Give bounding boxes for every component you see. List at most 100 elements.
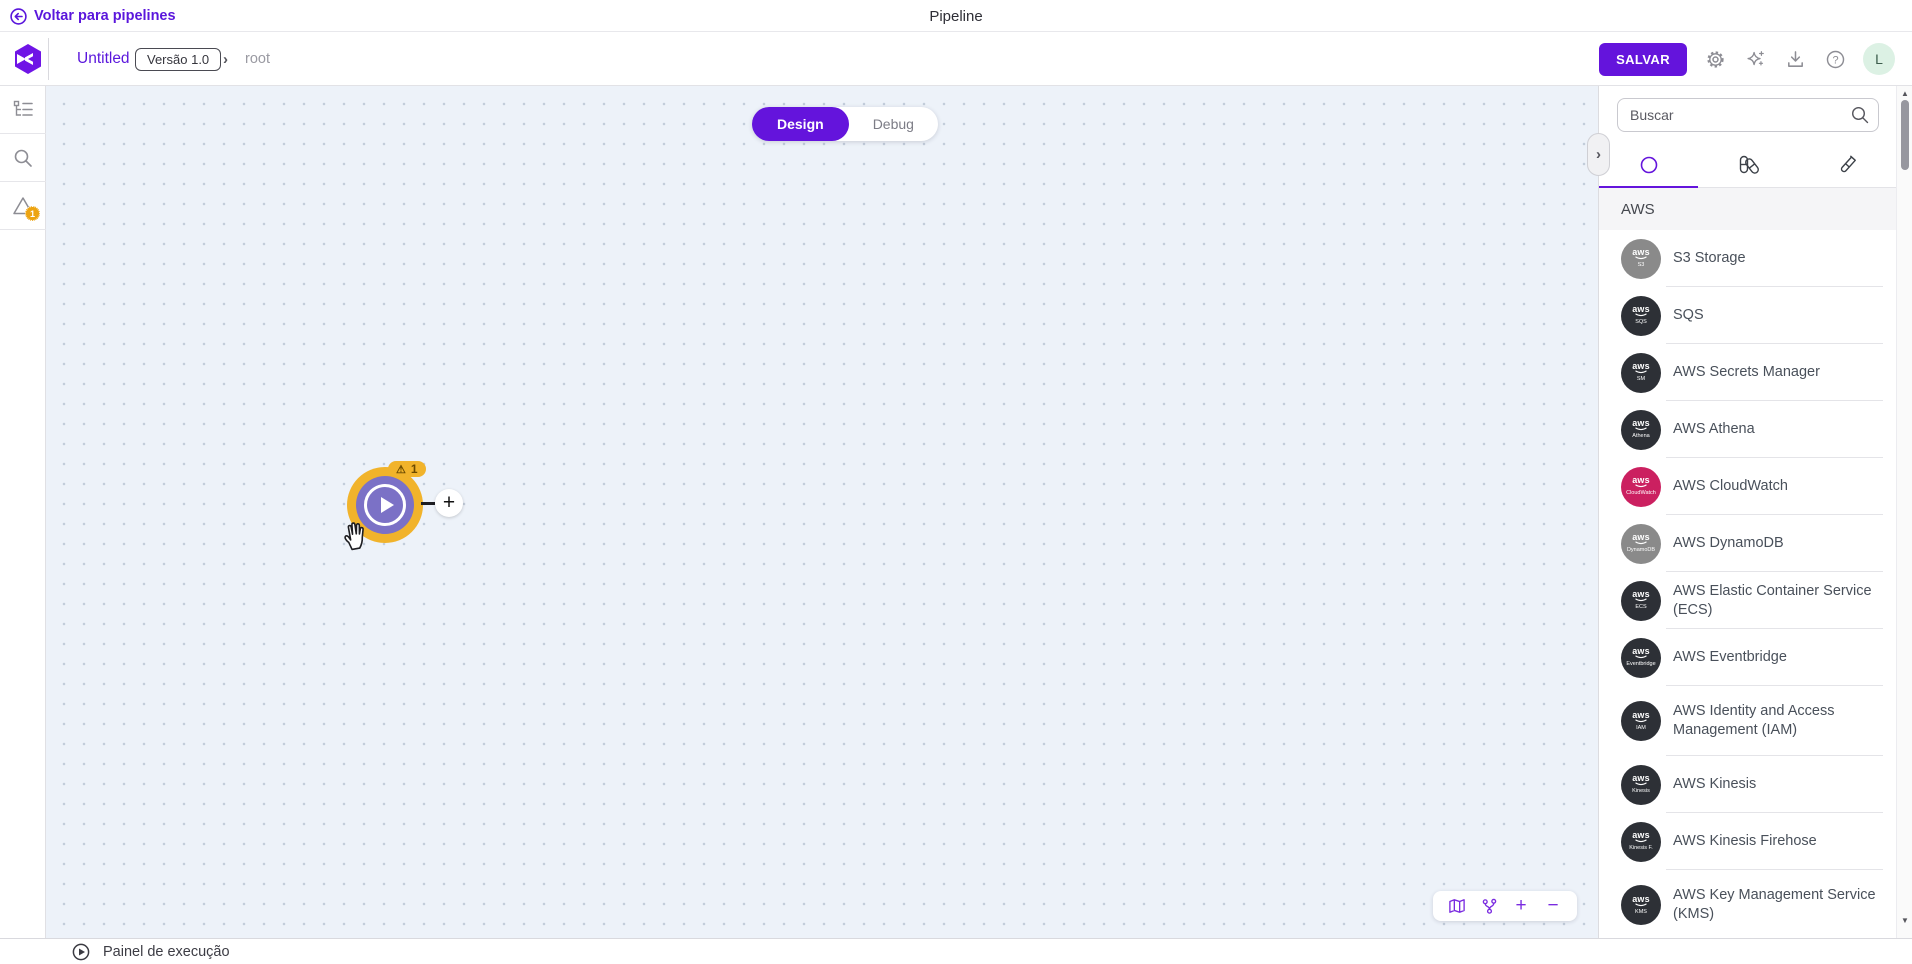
minimap-button[interactable] (1446, 895, 1468, 917)
alerts-count-badge: 1 (25, 206, 40, 221)
canvas-search-button[interactable] (0, 134, 46, 182)
tab-test[interactable] (1798, 143, 1897, 187)
aws-cloudwatch-icon: aws CloudWatch (1621, 467, 1661, 507)
breadcrumb-chevron-icon: › (223, 32, 228, 86)
scroll-up-arrow[interactable]: ▲ (1897, 87, 1912, 99)
list-item-label: AWS Kinesis (1673, 775, 1885, 794)
section-header-aws: AWS (1599, 188, 1897, 230)
list-item-s3-storage[interactable]: aws S3 S3 Storage (1599, 230, 1897, 287)
list-item-cloudwatch[interactable]: aws CloudWatch AWS CloudWatch (1599, 458, 1897, 515)
alerts-button[interactable]: 1 (0, 182, 46, 230)
play-ring-icon (364, 484, 406, 526)
help-icon[interactable]: ? (1823, 47, 1847, 71)
component-list: aws S3 S3 Storage aws SQS SQS (1599, 230, 1897, 938)
tree-icon (13, 100, 34, 119)
execution-panel-label: Painel de execução (103, 944, 230, 960)
node-connector-line (421, 502, 435, 505)
search-icon[interactable] (1850, 105, 1870, 125)
list-item-athena[interactable]: aws Athena AWS Athena (1599, 401, 1897, 458)
list-item-dynamodb[interactable]: aws DynamoDB AWS DynamoDB (1599, 515, 1897, 572)
list-item-kinesis-firehose[interactable]: aws Kinesis F. AWS Kinesis Firehose (1599, 813, 1897, 870)
component-search-input[interactable] (1617, 98, 1879, 132)
top-navigation-bar: Voltar para pipelines Pipeline (0, 0, 1912, 32)
page-title: Pipeline (0, 0, 1912, 32)
map-icon (1448, 898, 1466, 914)
settings-gear-icon[interactable] (1703, 47, 1727, 71)
component-search (1617, 98, 1879, 132)
zoom-out-button[interactable]: − (1542, 895, 1564, 917)
aws-athena-icon: aws Athena (1621, 410, 1661, 450)
left-icon-rail: 1 (0, 86, 46, 938)
version-chip[interactable]: Versão 1.0 (135, 48, 221, 71)
list-item-label: AWS Athena (1673, 420, 1885, 439)
pipeline-name[interactable]: Untitled (77, 32, 130, 86)
list-item-label: AWS Secrets Manager (1673, 363, 1885, 382)
component-tabs (1599, 143, 1897, 188)
node-warning-badge[interactable]: ⚠ 1 (388, 461, 426, 477)
list-item-label: AWS Key Management Service (KMS) (1673, 886, 1885, 924)
toolbar-divider (48, 38, 49, 80)
editor-body: 1 Design Debug ⚠ 1 (0, 86, 1912, 938)
toolbar-actions: SALVAR (1599, 32, 1895, 86)
save-button[interactable]: SALVAR (1599, 43, 1687, 76)
aws-s3-icon: aws S3 (1621, 239, 1661, 279)
tab-components[interactable] (1599, 143, 1698, 187)
ai-sparkles-icon[interactable] (1743, 47, 1767, 71)
warning-icon: ⚠ (396, 463, 406, 476)
panel-scrollbar[interactable]: ▲ ▼ (1896, 86, 1912, 938)
play-circle-icon (72, 943, 90, 961)
panel-collapse-handle[interactable]: › (1587, 133, 1610, 176)
aws-sqs-icon: aws SQS (1621, 296, 1661, 336)
aws-secrets-manager-icon: aws SM (1621, 353, 1661, 393)
tab-debug[interactable]: Debug (849, 107, 938, 141)
tab-design[interactable]: Design (752, 107, 849, 141)
scroll-down-arrow[interactable]: ▼ (1897, 914, 1912, 926)
list-item-eventbridge[interactable]: aws Eventbridge AWS Eventbridge (1599, 629, 1897, 686)
list-item-label: AWS Kinesis Firehose (1673, 832, 1885, 851)
aws-eventbridge-icon: aws Eventbridge (1621, 638, 1661, 678)
pipeline-canvas[interactable]: Design Debug ⚠ 1 + (46, 86, 1598, 938)
aws-kinesis-firehose-icon: aws Kinesis F. (1621, 822, 1661, 862)
search-icon (13, 148, 33, 168)
components-panel: › (1598, 86, 1912, 938)
download-icon[interactable] (1783, 47, 1807, 71)
aws-kms-icon: aws KMS (1621, 885, 1661, 925)
list-item-kinesis[interactable]: aws Kinesis AWS Kinesis (1599, 756, 1897, 813)
auto-layout-button[interactable] (1478, 895, 1500, 917)
node-warning-count: 1 (411, 462, 418, 476)
circle-icon (1639, 155, 1659, 175)
execution-panel-bar[interactable]: Painel de execução (0, 938, 1912, 964)
list-item-label: AWS CloudWatch (1673, 477, 1885, 496)
list-item-label: SQS (1673, 306, 1885, 325)
mode-toggle: Design Debug (752, 107, 938, 141)
aws-ecs-icon: aws ECS (1621, 581, 1661, 621)
pipeline-editor-app: Voltar para pipelines Pipeline Untitled … (0, 0, 1912, 964)
pills-icon (1736, 155, 1760, 175)
aws-iam-icon: aws IAM (1621, 701, 1661, 741)
tab-capsules[interactable] (1698, 143, 1797, 187)
list-item-label: S3 Storage (1673, 249, 1885, 268)
chevron-right-icon: › (1596, 146, 1601, 163)
list-item-label: AWS DynamoDB (1673, 534, 1885, 553)
list-item-label: AWS Eventbridge (1673, 648, 1885, 667)
list-item-iam[interactable]: aws IAM AWS Identity and Access Manageme… (1599, 686, 1897, 756)
scrollbar-thumb[interactable] (1901, 100, 1909, 170)
branch-graph-icon (1481, 898, 1498, 915)
add-step-button[interactable]: + (435, 489, 463, 517)
aws-dynamodb-icon: aws DynamoDB (1621, 524, 1661, 564)
zoom-in-button[interactable]: + (1510, 895, 1532, 917)
user-avatar[interactable]: L (1863, 43, 1895, 75)
pipeline-toolbar: Untitled Versão 1.0 › root SALVAR (0, 32, 1912, 86)
play-triangle-icon (381, 497, 394, 513)
list-item-kms[interactable]: aws KMS AWS Key Management Service (KMS) (1599, 870, 1897, 938)
list-item-ecs[interactable]: aws ECS AWS Elastic Container Service (E… (1599, 572, 1897, 629)
aws-kinesis-icon: aws Kinesis (1621, 765, 1661, 805)
list-item-label: AWS Elastic Container Service (ECS) (1673, 582, 1885, 620)
list-item-label: AWS Identity and Access Management (IAM) (1673, 702, 1885, 740)
list-item-secrets-manager[interactable]: aws SM AWS Secrets Manager (1599, 344, 1897, 401)
list-item-sqs[interactable]: aws SQS SQS (1599, 287, 1897, 344)
app-logo-icon[interactable] (13, 43, 43, 75)
pipeline-tree-button[interactable] (0, 86, 46, 134)
breadcrumb-root[interactable]: root (245, 32, 270, 86)
test-tube-icon (1836, 154, 1858, 176)
